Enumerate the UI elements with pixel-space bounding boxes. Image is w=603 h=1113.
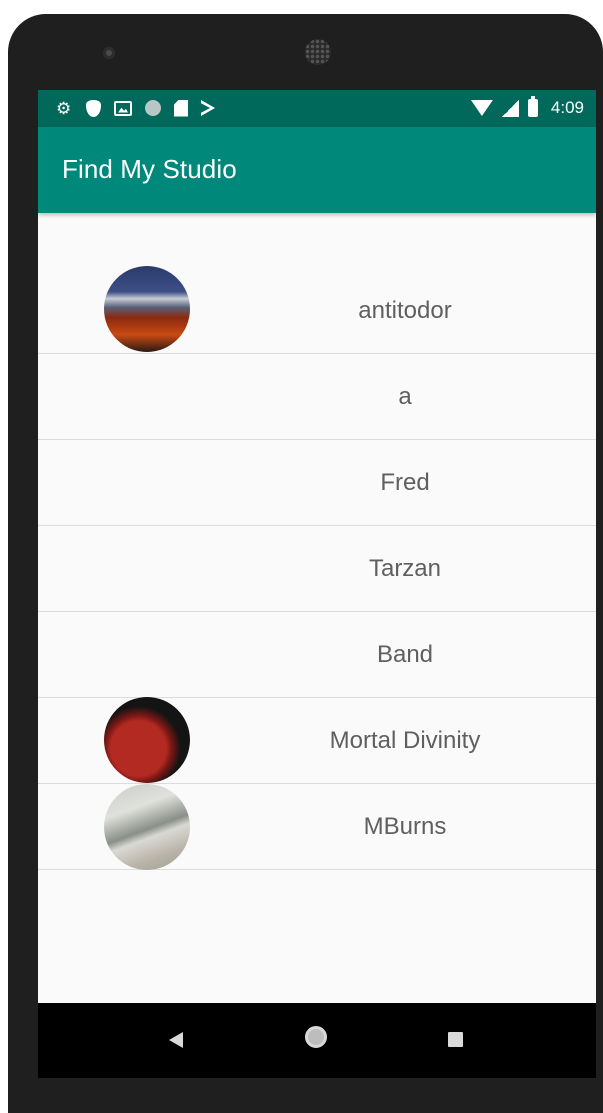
studio-avatar <box>104 784 190 870</box>
signal-icon <box>501 99 519 117</box>
studio-name: MBurns <box>363 812 447 840</box>
studio-name: Fred <box>380 468 430 496</box>
studio-list-item[interactable]: MBurns <box>38 784 596 870</box>
wifi-icon <box>470 100 493 116</box>
back-icon[interactable] <box>169 1032 183 1048</box>
front-camera <box>103 47 115 59</box>
gear-icon: ⚙ <box>56 98 72 118</box>
studio-name: Mortal Divinity <box>329 726 481 754</box>
battery-icon <box>527 96 538 117</box>
app-bar: Find My Studio <box>38 127 596 213</box>
app-screen: ⚙ 4:09 Find My Studio antitodor a Fred T… <box>38 90 596 1078</box>
studio-name: Tarzan <box>368 554 442 582</box>
system-icons: 4:09 <box>470 96 584 118</box>
shield-icon <box>86 99 101 117</box>
studio-avatar <box>104 697 190 783</box>
studio-list-item[interactable]: antitodor <box>38 266 596 354</box>
studio-name: antitodor <box>358 296 452 324</box>
studio-list-item[interactable]: Tarzan <box>38 526 596 612</box>
notification-icons: ⚙ <box>56 98 215 118</box>
sd-card-icon <box>174 99 188 117</box>
status-clock: 4:09 <box>550 98 584 117</box>
status-bar: ⚙ 4:09 <box>38 90 596 127</box>
studio-list: antitodor a Fred Tarzan Band Mortal Divi… <box>38 266 596 870</box>
circle-icon <box>145 100 161 116</box>
phone-frame: ⚙ 4:09 Find My Studio antitodor a Fred T… <box>8 14 603 1113</box>
image-icon <box>114 100 132 116</box>
earpiece-speaker <box>305 39 331 65</box>
studio-name: Band <box>376 640 434 668</box>
studio-list-item[interactable]: Fred <box>38 440 596 526</box>
studio-avatar <box>104 266 190 352</box>
studio-list-item[interactable]: a <box>38 354 596 440</box>
studio-list-item[interactable]: Mortal Divinity <box>38 697 596 784</box>
home-icon[interactable] <box>305 1026 327 1048</box>
studio-list-item[interactable]: Band <box>38 612 596 698</box>
recents-icon[interactable] <box>448 1032 463 1047</box>
studio-name: a <box>398 382 412 410</box>
play-store-icon <box>201 100 215 116</box>
app-title: Find My Studio <box>62 154 237 184</box>
navigation-bar <box>38 1003 596 1078</box>
